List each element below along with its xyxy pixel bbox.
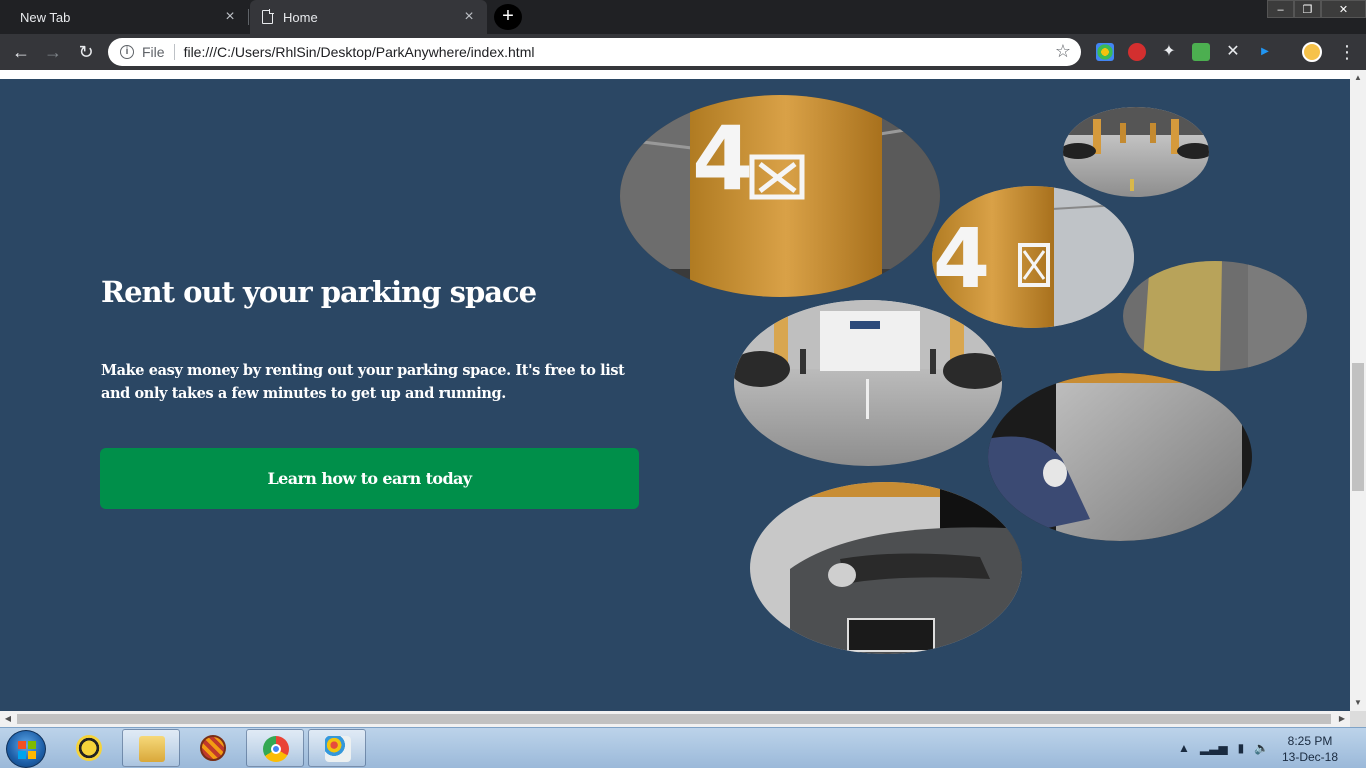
scroll-thumb[interactable] bbox=[1352, 363, 1364, 491]
tab-divider bbox=[248, 9, 249, 25]
extension-icon[interactable] bbox=[1096, 43, 1114, 61]
scrollbar-corner bbox=[1350, 711, 1366, 727]
car-front-photo bbox=[750, 482, 1022, 654]
tab-strip: New Tab × Home × + – ❐ ✕ bbox=[0, 0, 1366, 34]
close-tab-icon[interactable]: × bbox=[222, 8, 238, 26]
taskbar-file-explorer[interactable] bbox=[122, 729, 180, 767]
close-window-button[interactable]: ✕ bbox=[1321, 0, 1366, 18]
taskbar-media-app[interactable] bbox=[184, 729, 242, 767]
omnibox-separator bbox=[173, 44, 175, 60]
minimize-button[interactable]: – bbox=[1267, 0, 1294, 18]
svg-text:4: 4 bbox=[692, 107, 753, 210]
url-text[interactable]: file:///C:/Users/RhlSin/Desktop/ParkAnyw… bbox=[184, 44, 535, 60]
scroll-down-icon[interactable]: ▼ bbox=[1350, 695, 1366, 711]
chrome-icon bbox=[263, 736, 289, 762]
tray-expand-icon[interactable]: ▲ bbox=[1178, 741, 1190, 755]
volume-icon[interactable]: 🔈 bbox=[1254, 741, 1269, 755]
parking-pillar-photo: 4 bbox=[620, 95, 940, 297]
browser-toolbar: ← → ↻ i File file:///C:/Users/RhlSin/Des… bbox=[0, 34, 1366, 70]
star-icon[interactable]: ☆ bbox=[1055, 41, 1071, 62]
forward-button[interactable]: → bbox=[41, 40, 65, 64]
windows-taskbar: ▲ ▂▃▅ ▮ 🔈 8:25 PM 13-Dec-18 bbox=[0, 727, 1366, 768]
window-controls: – ❐ ✕ bbox=[1267, 0, 1366, 18]
reload-button[interactable]: ↻ bbox=[74, 40, 98, 64]
windows-logo-icon bbox=[18, 741, 36, 759]
document-icon bbox=[262, 9, 274, 24]
puzzle-icon[interactable]: ✦ bbox=[1160, 43, 1178, 61]
tab-title: Home bbox=[283, 9, 318, 25]
car-beside-pillar-photo bbox=[988, 373, 1252, 541]
url-scheme-label: File bbox=[142, 44, 165, 60]
network-icon[interactable]: ▂▃▅ bbox=[1200, 741, 1228, 755]
taskbar-bee-app[interactable] bbox=[60, 729, 118, 767]
scroll-left-icon[interactable]: ◀ bbox=[0, 711, 16, 727]
page-viewport: Rent out your parking space Make easy mo… bbox=[0, 70, 1350, 711]
scroll-thumb-horizontal[interactable] bbox=[17, 714, 1331, 724]
scroll-right-icon[interactable]: ▶ bbox=[1334, 711, 1350, 727]
garage-interior-photo bbox=[734, 300, 1002, 466]
hero-section: Rent out your parking space Make easy mo… bbox=[0, 79, 1350, 711]
asphalt-stripe-photo bbox=[1123, 261, 1307, 371]
paint-icon bbox=[325, 736, 351, 762]
close-tab-icon[interactable]: × bbox=[461, 8, 477, 26]
back-button[interactable]: ← bbox=[9, 40, 33, 64]
address-bar[interactable]: i File file:///C:/Users/RhlSin/Desktop/P… bbox=[108, 38, 1081, 66]
adblock-icon[interactable] bbox=[1128, 43, 1146, 61]
clock-time: 8:25 PM bbox=[1287, 734, 1333, 748]
play-icon[interactable]: ▶ bbox=[1256, 43, 1274, 61]
pillar-closeup-photo: 4 bbox=[932, 186, 1134, 328]
vertical-scrollbar[interactable]: ▲ ▼ bbox=[1350, 70, 1366, 711]
system-clock[interactable]: 8:25 PM 13-Dec-18 bbox=[1270, 733, 1350, 765]
x-tool-icon[interactable]: ✕ bbox=[1224, 43, 1242, 61]
tab-title: New Tab bbox=[20, 9, 71, 25]
new-tab-button[interactable]: + bbox=[494, 4, 522, 30]
garage-overview-photo bbox=[1063, 107, 1209, 197]
battery-icon[interactable]: ▮ bbox=[1238, 741, 1245, 755]
profile-avatar[interactable] bbox=[1302, 42, 1322, 62]
taskbar-chrome[interactable] bbox=[246, 729, 304, 767]
scroll-up-icon[interactable]: ▲ bbox=[1350, 70, 1366, 86]
media-player-icon bbox=[200, 735, 226, 761]
info-icon[interactable]: i bbox=[120, 45, 134, 59]
start-button[interactable] bbox=[6, 730, 46, 768]
horizontal-scrollbar[interactable]: ◀ ▶ bbox=[0, 711, 1350, 727]
menu-icon[interactable]: ⋮ bbox=[1338, 42, 1356, 62]
taskbar-paint[interactable] bbox=[308, 729, 366, 767]
tab-new-tab[interactable]: New Tab × bbox=[0, 0, 248, 34]
clock-date: 13-Dec-18 bbox=[1281, 750, 1339, 764]
svg-text:4: 4 bbox=[933, 212, 990, 307]
maximize-button[interactable]: ❐ bbox=[1294, 0, 1321, 18]
mail-icon[interactable] bbox=[1192, 43, 1210, 61]
system-tray: ▲ ▂▃▅ ▮ 🔈 bbox=[1178, 738, 1269, 758]
folder-icon bbox=[139, 736, 165, 762]
parking-photo-collage: 4 4 bbox=[620, 95, 1307, 654]
tab-home[interactable]: Home × bbox=[250, 0, 487, 34]
bee-icon bbox=[76, 735, 102, 761]
